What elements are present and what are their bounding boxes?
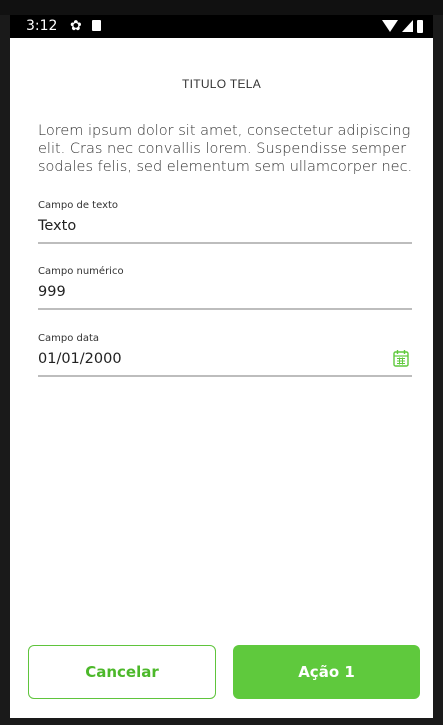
text-field-label: Campo de texto [38, 200, 119, 211]
phone-screen: 3:12 ✿ TITULO TELA Lorem ipsum dolor sit… [10, 15, 433, 718]
calendar-icon[interactable] [393, 349, 409, 367]
number-field-input[interactable]: 999 [38, 282, 412, 310]
number-field-label: Campo numérico [38, 266, 124, 277]
gear-icon: ✿ [70, 18, 82, 34]
status-time: 3:12 [26, 18, 58, 34]
date-field-container[interactable]: 01/01/2000 [38, 349, 412, 377]
date-field[interactable]: Campo data 01/01/2000 [38, 333, 412, 377]
text-field-input[interactable]: Texto [38, 216, 412, 244]
wifi-icon [382, 20, 398, 32]
date-field-label: Campo data [38, 333, 100, 344]
text-field[interactable]: Campo de texto Texto [38, 200, 412, 244]
signal-icon [402, 20, 413, 32]
cancel-button[interactable]: Cancelar [28, 645, 216, 699]
number-field[interactable]: Campo numérico 999 [38, 266, 412, 310]
status-bar: 3:12 ✿ [10, 15, 433, 38]
device-frame [0, 0, 443, 15]
status-indicators [382, 19, 423, 33]
description-text: Lorem ipsum dolor sit amet, consectetur … [38, 123, 413, 175]
sd-card-icon [92, 20, 101, 31]
page-title: TITULO TELA [181, 77, 262, 91]
date-field-input[interactable]: 01/01/2000 [38, 351, 122, 367]
battery-icon [417, 19, 423, 33]
action-1-button[interactable]: Ação 1 [233, 645, 420, 699]
